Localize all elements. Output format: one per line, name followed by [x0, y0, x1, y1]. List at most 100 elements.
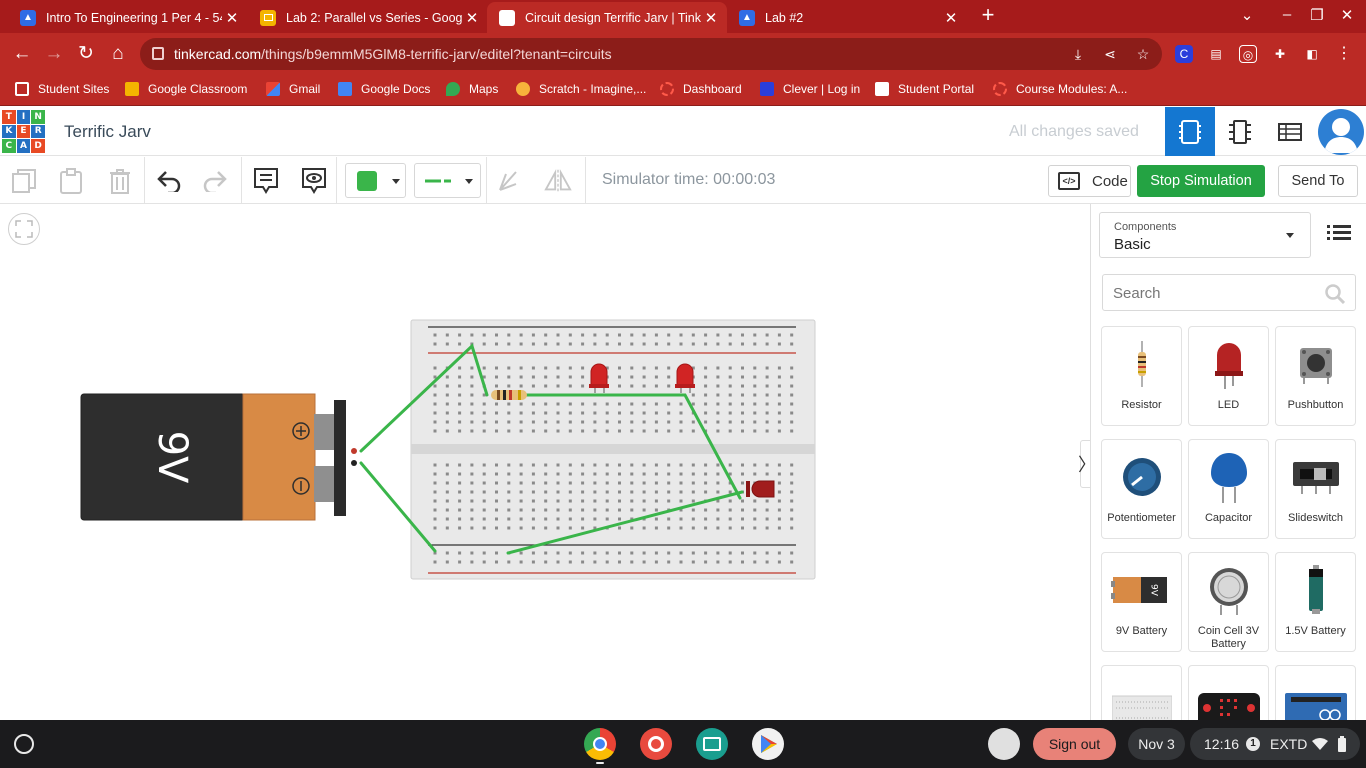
install-app-icon[interactable]: ⤓: [1070, 46, 1086, 62]
tab-intro-engineering[interactable]: ▲ Intro To Engineering 1 Per 4 - 54 ✕: [8, 2, 248, 33]
bookmark-clever[interactable]: Clever | Log in: [760, 82, 860, 96]
date-tray[interactable]: Nov 3: [1128, 728, 1185, 760]
tab-search-chevron-icon[interactable]: ⌄: [1236, 6, 1258, 24]
delete-icon[interactable]: [106, 167, 134, 195]
side-panel-icon[interactable]: ◧: [1303, 45, 1321, 63]
chrome-app-icon[interactable]: [584, 728, 616, 760]
launcher-icon[interactable]: [14, 734, 34, 754]
close-icon[interactable]: ✕: [701, 9, 721, 27]
component-1-5v-battery[interactable]: 1.5V Battery: [1275, 552, 1356, 652]
reload-icon[interactable]: ↻: [74, 42, 98, 66]
component-9v-battery[interactable]: 9V 9V Battery: [1101, 552, 1182, 652]
minimize-icon[interactable]: –: [1276, 6, 1298, 23]
toolbar-divider: [486, 157, 487, 204]
component-capacitor[interactable]: Capacitor: [1188, 439, 1269, 539]
site-info-icon[interactable]: [152, 47, 164, 60]
bookmark-student-sites[interactable]: Student Sites: [15, 82, 109, 96]
paste-icon[interactable]: [57, 167, 85, 195]
logo-letter: T: [2, 110, 16, 124]
forward-icon[interactable]: →: [42, 42, 66, 66]
search-icon[interactable]: [1325, 284, 1345, 304]
tinkercad-logo[interactable]: TIN KER CAD: [2, 110, 45, 153]
home-icon[interactable]: ⌂: [106, 42, 130, 66]
capacitor-icon: [1189, 446, 1268, 508]
led-icon: [1189, 333, 1268, 395]
component-led[interactable]: LED: [1188, 326, 1269, 426]
copy-icon[interactable]: [10, 167, 38, 195]
component-coin-cell-battery[interactable]: Coin Cell 3V Battery: [1188, 552, 1269, 652]
bookmark-google-docs[interactable]: Google Docs: [338, 82, 430, 96]
bookmarks-bar: Student Sites Google Classroom Gmail Goo…: [0, 75, 1366, 106]
bookmark-star-icon[interactable]: ☆: [1135, 46, 1151, 62]
project-title[interactable]: Terrific Jarv: [64, 122, 151, 142]
address-bar[interactable]: tinkercad.com/things/b9emmM5GlM8-terrifi…: [140, 38, 1162, 70]
component-pushbutton[interactable]: Pushbutton: [1275, 326, 1356, 426]
holding-space-icon[interactable]: [988, 728, 1020, 760]
editor-toolbar: Simulator time: 00:00:03 </> Code Stop S…: [0, 157, 1366, 204]
svg-text:9V: 9V: [1148, 584, 1158, 597]
component-resistor[interactable]: Resistor: [1101, 326, 1182, 426]
url-text: tinkercad.com/things/b9emmM5GlM8-terrifi…: [174, 46, 612, 62]
classroom-app-icon[interactable]: [696, 728, 728, 760]
code-button[interactable]: </> Code: [1048, 165, 1131, 197]
new-tab-button[interactable]: +: [976, 4, 1000, 28]
close-icon[interactable]: ✕: [941, 9, 961, 27]
flip-icon[interactable]: [544, 167, 572, 195]
components-dropdown[interactable]: Components Basic: [1099, 212, 1311, 258]
user-avatar[interactable]: [1318, 109, 1364, 155]
component-potentiometer[interactable]: Potentiometer: [1101, 439, 1182, 539]
play-store-icon[interactable]: [752, 728, 784, 760]
bookmark-course-modules[interactable]: Course Modules: A...: [993, 82, 1127, 96]
more-menu-icon[interactable]: ⋮: [1335, 45, 1353, 63]
wire-color-dropdown[interactable]: [345, 163, 406, 198]
component-breadboard[interactable]: [1101, 665, 1182, 720]
send-to-button[interactable]: Send To: [1278, 165, 1358, 197]
component-arduino[interactable]: [1275, 665, 1356, 720]
bookmark-google-classroom[interactable]: Google Classroom: [125, 82, 247, 96]
battery-9v[interactable]: 9V: [80, 393, 357, 521]
back-icon[interactable]: ←: [10, 42, 34, 66]
close-icon[interactable]: ✕: [222, 9, 242, 27]
component-slideswitch[interactable]: Slideswitch: [1275, 439, 1356, 539]
logo-letter: R: [31, 124, 45, 139]
bookmark-scratch[interactable]: Scratch - Imagine,...: [516, 82, 646, 96]
folder-icon: [15, 82, 29, 96]
bookmark-dashboard[interactable]: Dashboard: [660, 82, 742, 96]
wire-type-dropdown[interactable]: [414, 163, 481, 198]
sign-out-button[interactable]: Sign out: [1033, 728, 1116, 760]
rotate-icon[interactable]: [495, 167, 523, 195]
resistor[interactable]: [491, 390, 527, 400]
share-icon[interactable]: ⋖: [1102, 46, 1118, 62]
tab-lab2[interactable]: ▲ Lab #2 ✕: [727, 2, 967, 33]
list-view-button[interactable]: [1327, 222, 1357, 246]
component-search-input[interactable]: Search: [1102, 274, 1356, 311]
undo-icon[interactable]: [155, 167, 183, 195]
printer-extension-icon[interactable]: ▤: [1207, 45, 1225, 63]
schematic-view-button[interactable]: [1215, 107, 1265, 156]
circuit-view-button[interactable]: [1165, 107, 1215, 156]
clever-extension-icon[interactable]: C: [1175, 45, 1193, 63]
close-icon[interactable]: ✕: [462, 9, 482, 27]
bookmark-student-portal[interactable]: Student Portal: [875, 82, 974, 96]
bookmark-gmail[interactable]: Gmail: [266, 82, 320, 96]
caret-down-icon: [465, 179, 473, 184]
potentiometer-icon: [1102, 446, 1181, 508]
toolbar-divider: [241, 157, 242, 204]
redo-icon[interactable]: [201, 167, 229, 195]
component-microbit[interactable]: [1188, 665, 1269, 720]
component-list-view-button[interactable]: [1265, 107, 1315, 156]
restore-icon[interactable]: ❐: [1306, 6, 1328, 24]
stop-simulation-button[interactable]: Stop Simulation: [1137, 165, 1265, 197]
tab-lab2-slides[interactable]: Lab 2: Parallel vs Series - Google ✕: [248, 2, 488, 33]
notes-icon[interactable]: [252, 167, 280, 195]
canvas-app-icon[interactable]: [640, 728, 672, 760]
notes-visibility-icon[interactable]: [300, 167, 328, 195]
breadboard[interactable]: [410, 319, 816, 580]
screenshot-extension-icon[interactable]: ◎: [1239, 45, 1257, 63]
status-tray[interactable]: 12:16 1 EXTD: [1190, 728, 1360, 760]
extensions-puzzle-icon[interactable]: ✚: [1271, 45, 1289, 63]
close-window-icon[interactable]: ✕: [1336, 6, 1358, 24]
tab-circuit-design[interactable]: Circuit design Terrific Jarv | Tinke ✕: [487, 2, 727, 33]
circuit-canvas[interactable]: 9V: [0, 204, 1090, 720]
bookmark-maps[interactable]: Maps: [446, 82, 498, 96]
